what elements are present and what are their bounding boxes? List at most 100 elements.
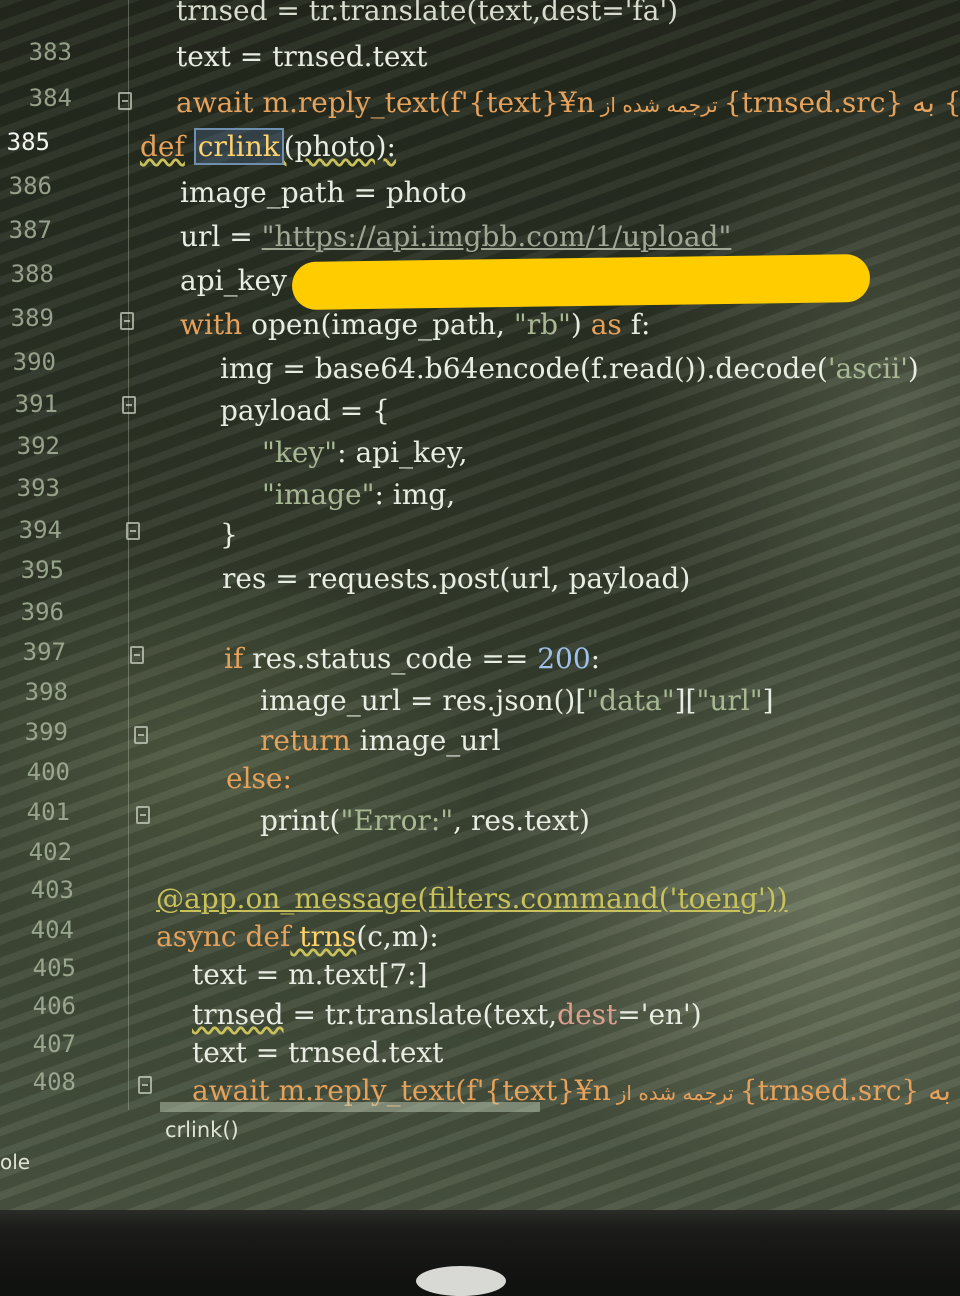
code-line-389[interactable]: with open(image_path, "rb") as f: xyxy=(180,308,651,341)
code-text: : api_key, xyxy=(337,436,468,469)
code-text: image_url = res.json()[ xyxy=(260,684,587,717)
fold-marker-icon[interactable] xyxy=(134,726,148,744)
line-number: 386 xyxy=(8,172,52,200)
line-number: 398 xyxy=(24,678,68,706)
code-text: } xyxy=(220,518,238,551)
horizontal-scrollbar[interactable] xyxy=(160,1102,540,1112)
decorator: )) xyxy=(765,882,788,915)
code-line-387[interactable]: url = "https://api.imgbb.com/1/upload" xyxy=(180,220,731,253)
url-string[interactable]: "https://api.imgbb.com/1/upload" xyxy=(262,220,732,253)
code-text: print( xyxy=(260,804,341,837)
line-number: 397 xyxy=(22,638,66,666)
keyword-with: with xyxy=(180,308,243,341)
code-text: await m.reply_text(f'{text}¥n xyxy=(176,86,595,119)
code-text: img = base64.b64encode(f.read()).decode( xyxy=(220,352,828,385)
code-text: : img, xyxy=(374,478,456,511)
line-number: 400 xyxy=(26,758,70,786)
string-literal: 'toeng' xyxy=(669,882,766,915)
keyword-as: as xyxy=(590,308,622,341)
string-literal: "rb" xyxy=(513,308,571,341)
code-text: res = requests.post(url, payload) xyxy=(222,562,691,595)
fold-marker-icon[interactable] xyxy=(118,92,132,110)
code-text: ][ xyxy=(674,684,697,717)
monitor-screen: 383 384 385 386 387 388 389 390 391 392 … xyxy=(0,0,960,1210)
code-line-398[interactable]: image_url = res.json()["data"]["url"] xyxy=(260,684,774,717)
code-text: payload = { xyxy=(220,394,390,427)
code-text: text = trnsed.text xyxy=(176,40,428,73)
code-text: ) xyxy=(570,308,591,341)
code-text: = tr.translate(text, xyxy=(283,998,558,1031)
fold-marker-icon[interactable] xyxy=(122,396,136,414)
code-text: (c,m): xyxy=(356,920,439,953)
code-line-393[interactable]: "image": img, xyxy=(262,478,455,511)
line-number: 401 xyxy=(26,798,70,826)
monitor-logo xyxy=(416,1266,506,1296)
fold-marker-icon[interactable] xyxy=(126,522,140,540)
keyword-return: return xyxy=(260,724,351,757)
redaction-mark xyxy=(291,253,871,311)
line-number: 389 xyxy=(10,304,54,332)
code-line-391[interactable]: payload = { xyxy=(220,394,390,427)
gutter-divider xyxy=(128,0,129,1110)
code-line-407[interactable]: text = trnsed.text xyxy=(192,1036,443,1069)
code-line-384[interactable]: await m.reply_text(f'{text}¥n ترجمه شده ا… xyxy=(176,86,960,119)
code-line-383[interactable]: text = trnsed.text xyxy=(176,40,427,73)
param-name: dest xyxy=(557,998,618,1031)
code-text: trnsed = tr.translate(text,dest='fa') xyxy=(176,0,679,27)
fold-marker-icon[interactable] xyxy=(130,646,144,664)
code-line-395[interactable]: res = requests.post(url, payload) xyxy=(222,562,690,595)
decorator: @app.on_message(filters.command( xyxy=(156,882,670,915)
line-number: 393 xyxy=(16,474,60,502)
code-line-385[interactable]: def crlink (photo): xyxy=(140,128,396,165)
fold-marker-icon[interactable] xyxy=(120,312,134,330)
code-text: url = xyxy=(180,220,262,253)
line-number: 390 xyxy=(12,348,56,376)
code-text: text = trnsed.text xyxy=(192,1036,444,1069)
code-line-403[interactable]: @app.on_message(filters.command('toeng')… xyxy=(156,882,788,915)
code-line-397[interactable]: if res.status_code == 200: xyxy=(224,642,600,675)
line-number-current: 385 xyxy=(6,128,50,156)
code-line-400[interactable]: else: xyxy=(226,762,292,795)
function-name[interactable]: trns xyxy=(290,920,356,953)
code-text: {trnsed.src} به {trnse xyxy=(739,1074,960,1107)
code-line-390[interactable]: img = base64.b64encode(f.read()).decode(… xyxy=(220,352,919,385)
persian-text: ترجمه شده از xyxy=(616,1081,734,1105)
code-text: ) xyxy=(907,352,919,385)
code-text: {trnsed.src} به {tr xyxy=(723,86,960,119)
line-number: 387 xyxy=(8,216,52,244)
line-number: 407 xyxy=(32,1030,76,1058)
line-number: 406 xyxy=(32,992,76,1020)
code-line-394[interactable]: } xyxy=(220,518,238,551)
code-line-405[interactable]: text = m.text[7:] xyxy=(192,958,428,991)
fold-marker-icon[interactable] xyxy=(136,806,150,824)
function-name-selected[interactable]: crlink xyxy=(193,128,284,165)
code-line-401[interactable]: print("Error:", res.text) xyxy=(260,804,590,837)
line-number: 392 xyxy=(16,432,60,460)
string-literal: 'ascii' xyxy=(827,352,908,385)
line-number: 394 xyxy=(18,516,62,544)
line-number: 408 xyxy=(32,1068,76,1096)
keyword-else: else: xyxy=(226,762,292,795)
string-literal: "image" xyxy=(262,478,375,511)
code-line-382[interactable]: trnsed = tr.translate(text,dest='fa') xyxy=(176,0,678,27)
keyword-def: def xyxy=(140,130,185,163)
persian-text: ترجمه شده از xyxy=(600,93,718,117)
code-text: image_url xyxy=(350,724,501,757)
line-number: 388 xyxy=(10,260,54,288)
code-line-386[interactable]: image_path = photo xyxy=(180,176,467,209)
breadcrumb[interactable]: crlink() xyxy=(165,1118,239,1142)
line-number: 384 xyxy=(28,84,72,112)
code-line-406[interactable]: trnsed = tr.translate(text,dest='en') xyxy=(192,998,702,1031)
line-number: 396 xyxy=(20,598,64,626)
code-line-404[interactable]: async def trns(c,m): xyxy=(156,920,439,953)
number-literal: 200 xyxy=(537,642,591,675)
code-text: ='en') xyxy=(617,998,702,1031)
code-line-399[interactable]: return image_url xyxy=(260,724,501,757)
fold-marker-icon[interactable] xyxy=(138,1076,152,1094)
side-panel-label[interactable]: ole xyxy=(0,1150,30,1174)
string-literal: "data" xyxy=(586,684,675,717)
code-text: , res.text) xyxy=(453,804,590,837)
code-line-392[interactable]: "key": api_key, xyxy=(262,436,468,469)
code-text: : xyxy=(590,642,601,675)
line-number: 404 xyxy=(30,916,74,944)
